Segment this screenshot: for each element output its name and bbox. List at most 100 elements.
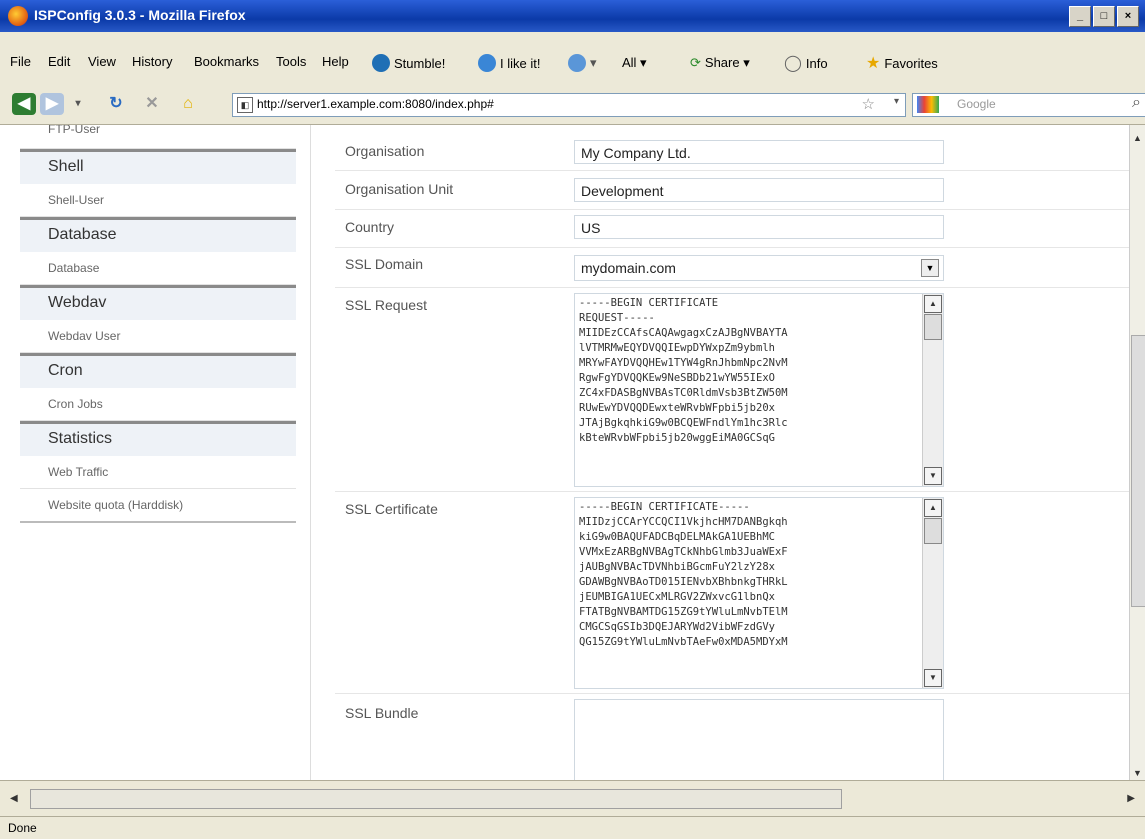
favorites-button[interactable]: ★ Favorites xyxy=(866,50,938,76)
share-label: Share ▾ xyxy=(704,55,750,70)
ssl-domain-select[interactable]: mydomain.com ▼ xyxy=(574,255,944,281)
favorites-label: Favorites xyxy=(884,55,938,71)
organisation-field[interactable]: My Company Ltd. xyxy=(574,140,944,164)
sidebar-section-statistics: Statistics xyxy=(20,421,296,456)
navigation-bar: ◀ ▶ ▾ ↻ ✕ ⌂ ◧ http://server1.example.com… xyxy=(0,84,1145,125)
minimize-button[interactable]: _ xyxy=(1069,6,1091,27)
menu-file[interactable]: File xyxy=(10,54,31,69)
search-icon[interactable]: ⌕ xyxy=(1132,94,1141,112)
ssl-certificate-label: SSL Certificate xyxy=(345,501,438,517)
scroll-left-icon[interactable]: ◀ xyxy=(10,793,18,804)
google-engine-icon[interactable] xyxy=(917,96,939,113)
chevron-down-icon[interactable]: ▼ xyxy=(921,259,939,277)
reload-icon[interactable]: ↻ xyxy=(104,93,128,115)
scroll-thumb[interactable] xyxy=(924,314,942,340)
dropdown-arrow-icon: ▾ xyxy=(590,55,597,70)
home-icon[interactable]: ⌂ xyxy=(176,93,200,115)
back-button[interactable]: ◀ xyxy=(12,93,36,115)
maximize-button[interactable]: □ xyxy=(1093,6,1115,27)
search-placeholder: Google xyxy=(957,97,996,111)
url-bar[interactable]: ◧ http://server1.example.com:8080/index.… xyxy=(232,93,906,117)
sidebar-item-shell-user[interactable]: Shell-User xyxy=(20,184,296,217)
all-label: All ▾ xyxy=(622,55,647,70)
sidebar: FTP-User Shell Shell-User Database Datab… xyxy=(20,125,296,523)
status-bar: Done xyxy=(0,816,1145,839)
close-button[interactable]: × xyxy=(1117,6,1139,27)
scroll-down-icon[interactable]: ▼ xyxy=(1133,768,1142,778)
bookmark-star-icon[interactable]: ☆ xyxy=(862,95,875,113)
search-bar[interactable]: Google ⌕ xyxy=(912,93,1145,117)
menu-tools[interactable]: Tools xyxy=(276,54,306,69)
url-dropdown-icon[interactable]: ▾ xyxy=(894,96,899,107)
stumble-label: Stumble! xyxy=(394,55,446,71)
ssl-request-scrollbar[interactable]: ▲ ▼ xyxy=(922,294,943,486)
row-divider xyxy=(335,170,1129,171)
country-field[interactable]: US xyxy=(574,215,944,239)
scroll-thumb[interactable] xyxy=(1131,335,1145,607)
scroll-down-icon[interactable]: ▼ xyxy=(924,467,942,485)
ssl-certificate-text: -----BEGIN CERTIFICATE----- MIIDzjCCArYC… xyxy=(579,501,788,648)
scroll-right-icon[interactable]: ▶ xyxy=(1127,793,1135,804)
sidebar-item-website-quota[interactable]: Website quota (Harddisk) xyxy=(20,489,296,523)
thumbs-down-button[interactable]: ▾ xyxy=(568,50,597,76)
ssl-domain-label: SSL Domain xyxy=(345,256,424,272)
scroll-thumb[interactable] xyxy=(924,518,942,544)
menu-view[interactable]: View xyxy=(88,54,116,69)
page-horizontal-scrollbar[interactable]: ◀ ▶ xyxy=(0,780,1145,817)
star-icon: ★ xyxy=(866,55,881,72)
ssl-certificate-textarea[interactable]: -----BEGIN CERTIFICATE----- MIIDzjCCArYC… xyxy=(574,497,944,689)
forward-button[interactable]: ▶ xyxy=(40,93,64,115)
sidebar-item-database[interactable]: Database xyxy=(20,252,296,285)
org-unit-field[interactable]: Development xyxy=(574,178,944,202)
history-dropdown-icon[interactable]: ▾ xyxy=(66,93,90,115)
share-icon: ⟳ xyxy=(690,55,701,70)
stumbleupon-icon xyxy=(372,54,390,72)
sidebar-section-shell: Shell xyxy=(20,149,296,184)
sidebar-section-database: Database xyxy=(20,217,296,252)
ilike-button[interactable]: I like it! xyxy=(478,50,540,76)
stumble-button[interactable]: Stumble! xyxy=(372,50,445,76)
menu-edit[interactable]: Edit xyxy=(48,54,70,69)
thumbs-up-icon xyxy=(478,54,496,72)
share-button[interactable]: ⟳ Share ▾ xyxy=(690,50,750,76)
ssl-bundle-label: SSL Bundle xyxy=(345,705,419,721)
scroll-thumb[interactable] xyxy=(30,789,842,809)
sidebar-item-web-traffic[interactable]: Web Traffic xyxy=(20,456,296,489)
menu-help[interactable]: Help xyxy=(322,54,349,69)
menu-history[interactable]: History xyxy=(132,54,172,69)
row-divider xyxy=(335,693,1129,694)
row-divider xyxy=(335,209,1129,210)
ssl-bundle-textarea[interactable] xyxy=(574,699,944,780)
ssl-domain-value: mydomain.com xyxy=(581,260,676,276)
scroll-up-icon[interactable]: ▲ xyxy=(1133,133,1142,143)
organisation-label: Organisation xyxy=(345,143,425,159)
status-text: Done xyxy=(8,821,37,835)
ssl-request-label: SSL Request xyxy=(345,297,427,313)
window-title: ISPConfig 3.0.3 - Mozilla Firefox xyxy=(34,7,246,23)
scroll-up-icon[interactable]: ▲ xyxy=(924,499,942,517)
window-titlebar: ISPConfig 3.0.3 - Mozilla Firefox _ □ × xyxy=(0,0,1145,32)
info-button[interactable]: ◯ Info xyxy=(784,50,828,76)
all-dropdown[interactable]: All ▾ xyxy=(622,50,647,76)
sidebar-item-cron-jobs[interactable]: Cron Jobs xyxy=(20,388,296,421)
page-content: FTP-User Shell Shell-User Database Datab… xyxy=(0,125,1129,780)
stop-icon[interactable]: ✕ xyxy=(140,93,164,115)
ssl-request-text: -----BEGIN CERTIFICATE REQUEST----- MIID… xyxy=(579,297,788,444)
row-divider xyxy=(335,287,1129,288)
scroll-up-icon[interactable]: ▲ xyxy=(924,295,942,313)
row-divider xyxy=(335,247,1129,248)
page-vertical-scrollbar[interactable]: ▲ ▼ xyxy=(1129,125,1145,780)
sidebar-item-ftp-user[interactable]: FTP-User xyxy=(20,125,296,149)
sidebar-item-webdav-user[interactable]: Webdav User xyxy=(20,320,296,353)
firefox-icon xyxy=(8,6,28,26)
ilike-label: I like it! xyxy=(500,55,541,71)
sidebar-section-cron: Cron xyxy=(20,353,296,388)
menu-bookmarks[interactable]: Bookmarks xyxy=(194,54,259,69)
scroll-down-icon[interactable]: ▼ xyxy=(924,669,942,687)
sidebar-section-webdav: Webdav xyxy=(20,285,296,320)
ssl-request-textarea[interactable]: -----BEGIN CERTIFICATE REQUEST----- MIID… xyxy=(574,293,944,487)
ssl-certificate-scrollbar[interactable]: ▲ ▼ xyxy=(922,498,943,688)
window-controls: _ □ × xyxy=(1069,6,1139,27)
country-label: Country xyxy=(345,219,395,235)
info-icon: ◯ xyxy=(784,55,802,72)
